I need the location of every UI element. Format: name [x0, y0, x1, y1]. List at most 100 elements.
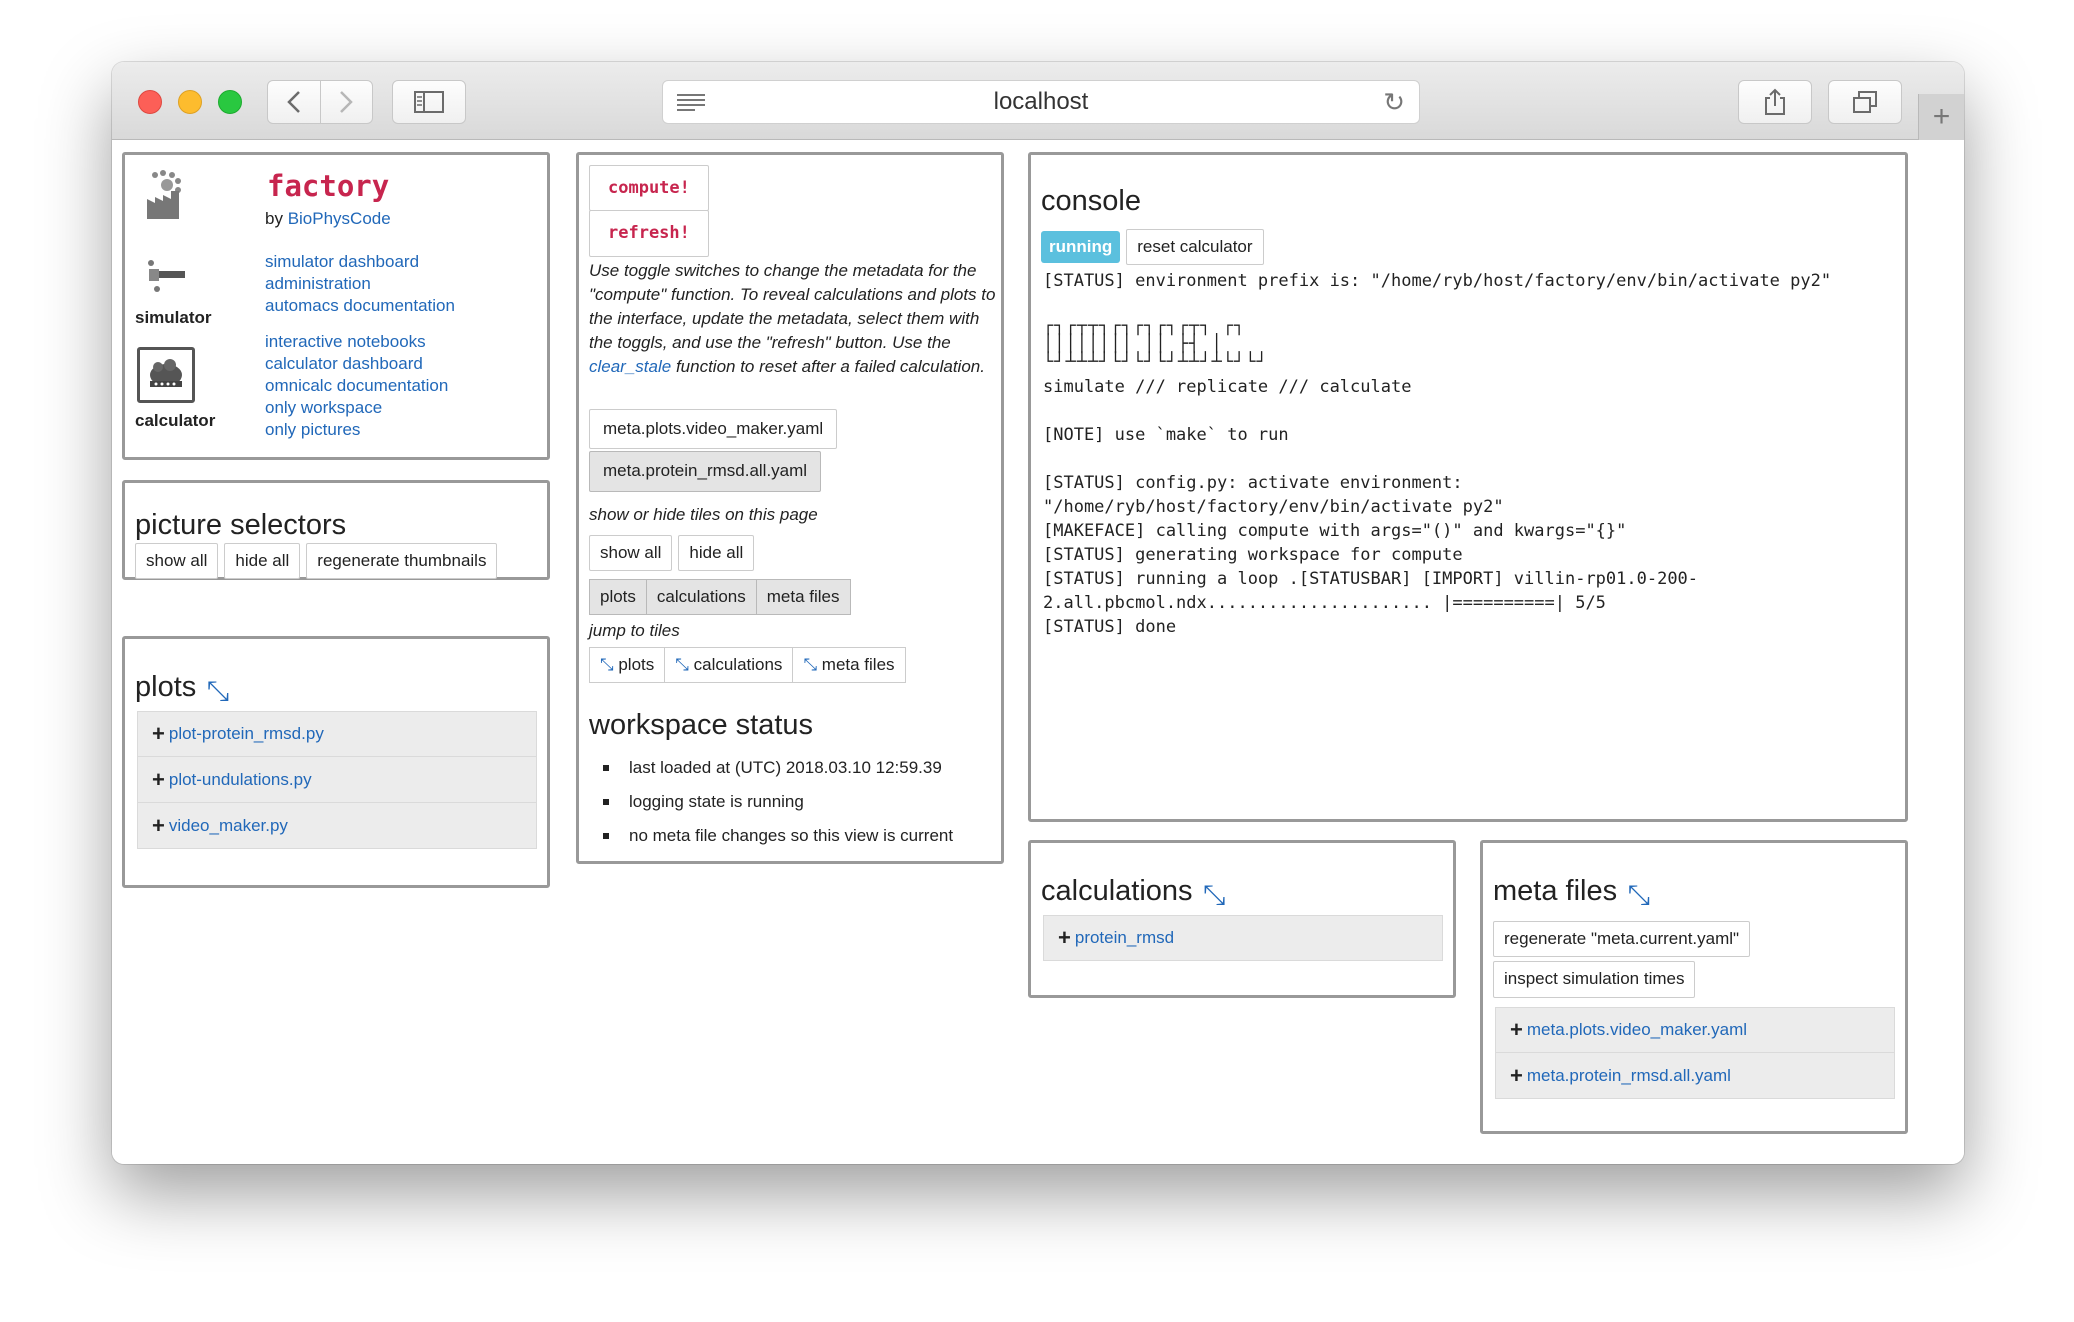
jump-plots-button[interactable]: ⤡ plots: [589, 647, 666, 684]
jump-arrow-icon: ⤡: [803, 655, 818, 674]
list-item[interactable]: + meta.protein_rmsd.all.yaml: [1495, 1053, 1895, 1099]
minimize-window-button[interactable]: [178, 90, 202, 114]
navigation-buttons: [267, 80, 373, 124]
console-log: [STATUS] config.py: activate environment…: [1043, 473, 1699, 637]
status-badge: running: [1041, 231, 1121, 264]
expand-arrow-icon[interactable]: ⤡: [1203, 879, 1225, 912]
list-item[interactable]: + protein_rmsd: [1043, 915, 1443, 961]
console-controls: running reset calculator: [1041, 229, 1264, 266]
browser-toolbar: localhost ↻ +: [112, 62, 1964, 140]
new-tab-button[interactable]: +: [1918, 94, 1964, 140]
biophyscode-link[interactable]: BioPhysCode: [288, 209, 391, 228]
sidebar-toggle-button[interactable]: [392, 80, 466, 124]
jump-button-group: ⤡ plots ⤡ calculations ⤡ meta files: [589, 647, 906, 684]
brand-name: factory: [267, 169, 390, 203]
refresh-button[interactable]: refresh!: [589, 210, 709, 257]
console-tagline: simulate /// replicate /// calculate: [1043, 377, 1412, 397]
pictures-hide-all-button[interactable]: hide all: [224, 543, 301, 580]
share-icon: [1765, 88, 1785, 115]
meta-files-list: + meta.plots.video_maker.yaml + meta.prote…: [1495, 1007, 1895, 1099]
plot-link[interactable]: plot-undulations.py: [169, 770, 312, 790]
calculation-link[interactable]: protein_rmsd: [1075, 928, 1174, 948]
toggle-calculations-tile[interactable]: calculations: [645, 579, 757, 616]
meta-file-link[interactable]: meta.plots.video_maker.yaml: [1527, 1020, 1747, 1040]
automacs-documentation-link[interactable]: automacs documentation: [265, 296, 455, 315]
plots-list: + plot-protein_rmsd.py + plot-undulations.…: [137, 711, 537, 849]
console-output: [STATUS] environment prefix is: "/home/r…: [1043, 269, 1899, 639]
meta-file-link[interactable]: meta.protein_rmsd.all.yaml: [1527, 1066, 1731, 1086]
reset-calculator-button[interactable]: reset calculator: [1126, 229, 1264, 266]
only-workspace-link[interactable]: only workspace: [265, 398, 382, 417]
reader-lines-icon[interactable]: [677, 93, 705, 111]
show-hide-buttons: show all hide all: [589, 535, 755, 572]
jump-calculations-label: calculations: [693, 655, 783, 674]
picture-selector-buttons: show all hide all regenerate thumbnails: [135, 543, 498, 580]
address-bar[interactable]: localhost ↻: [662, 80, 1420, 124]
jump-arrow-icon: ⤡: [600, 655, 614, 674]
simulator-icon[interactable]: [145, 255, 189, 295]
toggle-meta-protein-rmsd[interactable]: meta.protein_rmsd.all.yaml: [589, 451, 822, 492]
sidebar-icon: [414, 91, 444, 113]
chevron-right-icon: [340, 91, 354, 113]
tiles-hide-all-button[interactable]: hide all: [678, 535, 755, 572]
share-button[interactable]: [1738, 80, 1812, 124]
regenerate-meta-current-button[interactable]: regenerate "meta.current.yaml": [1493, 921, 1751, 958]
expand-arrow-icon[interactable]: ⤡: [1628, 879, 1650, 912]
jump-meta-files-label: meta files: [821, 655, 895, 674]
plus-icon: +: [1510, 1062, 1523, 1088]
banner-row-2: ││││││││ ││ ├┤ │: [1043, 334, 1223, 354]
simulator-links: simulator dashboard administration autom…: [265, 251, 455, 317]
regenerate-thumbnails-button[interactable]: regenerate thumbnails: [306, 543, 498, 580]
interactive-notebooks-link[interactable]: interactive notebooks: [265, 332, 426, 351]
plots-title: plots: [135, 671, 197, 703]
url-text[interactable]: localhost: [994, 88, 1089, 116]
workspace-status-list: last loaded at (UTC) 2018.03.10 12:59.39…: [589, 751, 953, 853]
plot-link[interactable]: plot-protein_rmsd.py: [169, 724, 324, 744]
pictures-show-all-button[interactable]: show all: [135, 543, 219, 580]
expand-arrow-icon[interactable]: ⤡: [207, 675, 229, 708]
toggle-meta-files-tile[interactable]: meta files: [755, 579, 851, 616]
list-item[interactable]: + plot-undulations.py: [137, 757, 537, 803]
plots-panel: plots ⤡ + plot-protein_rmsd.py + plot-undu…: [122, 636, 550, 888]
plus-icon: +: [1510, 1017, 1523, 1042]
list-item: last loaded at (UTC) 2018.03.10 12:59.39: [589, 751, 953, 785]
meta-files-buttons: regenerate "meta.current.yaml" inspect s…: [1493, 921, 1751, 998]
simulator-dashboard-link[interactable]: simulator dashboard: [265, 252, 419, 271]
forward-button[interactable]: [319, 81, 373, 123]
toggle-meta-video-maker[interactable]: meta.plots.video_maker.yaml: [589, 409, 838, 450]
jump-meta-files-button[interactable]: ⤡ meta files: [792, 647, 906, 684]
clear-stale-link[interactable]: clear_stale: [589, 357, 671, 376]
calculations-title: calculations: [1041, 875, 1193, 907]
back-button[interactable]: [268, 81, 320, 123]
meta-files-title: meta files: [1493, 875, 1618, 907]
administration-link[interactable]: administration: [265, 274, 371, 293]
reload-icon[interactable]: ↻: [1383, 87, 1405, 118]
console-note: [NOTE] use `make` to run: [1043, 425, 1289, 445]
compute-button[interactable]: compute!: [589, 165, 709, 212]
list-item[interactable]: + video_maker.py: [137, 803, 537, 849]
list-item[interactable]: + plot-protein_rmsd.py: [137, 711, 537, 757]
jump-calculations-button[interactable]: ⤡ calculations: [664, 647, 794, 684]
omnicalc-documentation-link[interactable]: omnicalc documentation: [265, 376, 448, 395]
calculator-icon-button[interactable]: [137, 347, 195, 403]
page-content: factory by BioPhysCode simulator simulat…: [112, 140, 1964, 1164]
meta-toggles: meta.plots.video_maker.yaml meta.protein…: [589, 409, 838, 492]
tabs-overview-button[interactable]: [1828, 80, 1902, 124]
picture-selectors-panel: picture selectors show all hide all rege…: [122, 480, 550, 580]
calculations-heading: calculations ⤡: [1041, 875, 1225, 912]
tiles-show-all-button[interactable]: show all: [589, 535, 673, 572]
list-item: logging state is running: [589, 785, 953, 819]
plot-link[interactable]: video_maker.py: [169, 816, 288, 836]
close-window-button[interactable]: [138, 90, 162, 114]
chevron-left-icon: [286, 91, 300, 113]
tabs-icon: [1853, 91, 1877, 113]
only-pictures-link[interactable]: only pictures: [265, 420, 360, 439]
calculations-panel: calculations ⤡ + protein_rmsd: [1028, 840, 1456, 998]
zoom-window-button[interactable]: [218, 90, 242, 114]
brand-byline: by BioPhysCode: [265, 209, 391, 229]
calculator-dashboard-link[interactable]: calculator dashboard: [265, 354, 423, 373]
toggle-plots-tile[interactable]: plots: [589, 579, 647, 616]
plots-heading: plots ⤡: [135, 671, 229, 708]
list-item[interactable]: + meta.plots.video_maker.yaml: [1495, 1007, 1895, 1053]
inspect-simulation-times-button[interactable]: inspect simulation times: [1493, 961, 1696, 998]
